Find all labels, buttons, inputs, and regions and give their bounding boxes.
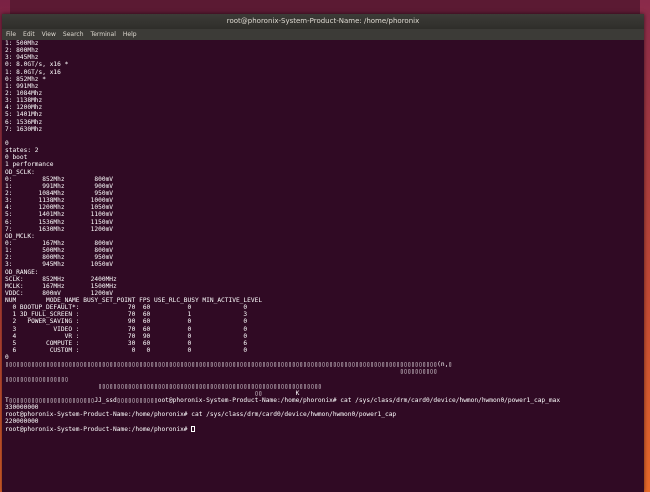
menu-view[interactable]: View: [42, 29, 56, 40]
terminal-line: ▯▯▯▯▯▯▯▯▯▯▯▯▯▯▯▯▯: [5, 375, 69, 383]
terminal-line: 0: 852Mhz *: [5, 75, 46, 83]
terminal-line: 0: 8.0GT/s, x16 *: [5, 61, 69, 69]
terminal-window: root@phoronix-System-Product-Name: /home…: [2, 14, 644, 492]
terminal-line: 4: 1200Mhz: [5, 104, 43, 112]
terminal-line: 4 VR : 70 90 0 0: [5, 332, 248, 340]
terminal-line: 5: 1401Mhz: [5, 111, 43, 119]
terminal-line: 1: 500Mhz: [5, 40, 39, 47]
terminal-line: MCLK: 167MHz 1500MHz: [5, 282, 117, 290]
terminal-line: 5: 1401Mhz 1100mV: [5, 211, 114, 219]
terminal-line: OD_SCLK:: [5, 168, 35, 176]
menu-search[interactable]: Search: [63, 29, 84, 40]
terminal-line: ▯▯▯▯▯▯▯▯▯▯▯▯▯▯▯▯▯▯▯▯▯▯▯▯▯▯▯▯▯▯▯▯▯▯▯▯▯▯▯▯…: [5, 361, 453, 369]
terminal-line: SCLK: 852MHz 2400MHz: [5, 275, 117, 283]
terminal-line: states: 2: [5, 147, 39, 155]
terminal-line: 3: 945Mhz: [5, 54, 39, 62]
terminal-line: 0: 852Mhz 800mV: [5, 175, 114, 183]
window-title: root@phoronix-System-Product-Name: /home…: [226, 17, 420, 25]
menu-file[interactable]: File: [6, 29, 16, 40]
terminal-line: OD_RANGE:: [5, 268, 39, 276]
terminal-line: 6: 1536Mhz 1150mV: [5, 218, 114, 226]
terminal-line: 2: 1084Mhz: [5, 89, 43, 97]
terminal-line: 2: 1084Mhz 950mV: [5, 189, 114, 197]
terminal-line: 7: 1630Mhz: [5, 125, 43, 133]
terminal-line: 4: 1200Mhz 1050mV: [5, 204, 114, 212]
terminal-line: T▯▯▯▯▯▯▯▯▯▯▯▯▯▯▯▯▯▯▯▯▯▯▯JJ_ssd▯▯▯▯▯▯▯▯▯▯…: [5, 397, 561, 405]
terminal-line: 2: 800Mhz 950mV: [5, 254, 114, 262]
terminal-line: 3: 1138Mhz 1000mV: [5, 197, 114, 205]
menu-edit[interactable]: Edit: [23, 29, 35, 40]
terminal-line: 5 COMPUTE : 30 60 0 6: [5, 339, 248, 347]
terminal-line: root@phoronix-System-Product-Name:/home/…: [5, 425, 644, 433]
terminal-line: 0: [5, 139, 9, 147]
terminal-line: 0: [5, 354, 9, 362]
terminal-line: 7: 1630Mhz 1200mV: [5, 225, 114, 233]
terminal-line: 1 3D_FULL_SCREEN : 70 60 1 3: [5, 311, 248, 319]
terminal-output[interactable]: 1: 500Mhz 2: 800Mhz 3: 945Mhz 0: 8.0GT/s, x…: [2, 40, 644, 492]
terminal-line: NUM MODE_NAME BUSY_SET_POINT FPS USE_RLC…: [5, 297, 263, 305]
terminal-line: 1: 500Mhz 800mV: [5, 247, 114, 255]
terminal-line: 3 VIDEO : 70 60 0 0: [5, 325, 248, 333]
terminal-line: ▯▯▯▯▯▯▯▯▯▯▯▯▯▯▯▯▯▯▯▯▯▯▯▯▯▯▯▯▯▯▯▯▯▯▯▯▯▯▯▯…: [5, 382, 322, 390]
terminal-cursor: [191, 425, 196, 432]
terminal-line: 6: 1536Mhz: [5, 118, 43, 126]
terminal-line: 1: 991Mhz: [5, 82, 39, 90]
terminal-line: 1: 8.0GT/s, x16: [5, 68, 61, 76]
terminal-line: 1: 991Mhz 900mV: [5, 182, 114, 190]
terminal-line: 2: 800Mhz: [5, 47, 39, 55]
menu-bar: File Edit View Search Terminal Help: [2, 29, 644, 40]
terminal-line: 0 BOOTUP_DEFAULT*: 70 60 0 0: [5, 304, 248, 312]
terminal-line: ▯▯ K: [5, 389, 300, 397]
terminal-line: ▯▯▯▯▯▯▯▯▯▯: [5, 368, 438, 376]
terminal-line: 0 boot: [5, 154, 28, 162]
window-titlebar[interactable]: root@phoronix-System-Product-Name: /home…: [2, 14, 644, 29]
terminal-line: 3: 1138Mhz: [5, 97, 43, 105]
terminal-line: 3: 945Mhz 1050mV: [5, 261, 114, 269]
terminal-line: 220000000: [5, 418, 39, 426]
terminal-line: 2 POWER_SAVING : 90 60 0 0: [5, 318, 248, 326]
terminal-line: root@phoronix-System-Product-Name:/home/…: [5, 411, 397, 419]
terminal-line: 6 CUSTOM : 0 0 0 0: [5, 347, 248, 355]
terminal-line: 0: 167Mhz 800mV: [5, 239, 114, 247]
terminal-line: VDDC: 800mV 1200mV: [5, 289, 114, 297]
terminal-line: OD_MCLK:: [5, 232, 35, 240]
terminal-line: 330000000: [5, 404, 39, 412]
menu-terminal[interactable]: Terminal: [91, 29, 116, 40]
terminal-line: 1 performance: [5, 161, 54, 169]
menu-help[interactable]: Help: [123, 29, 137, 40]
